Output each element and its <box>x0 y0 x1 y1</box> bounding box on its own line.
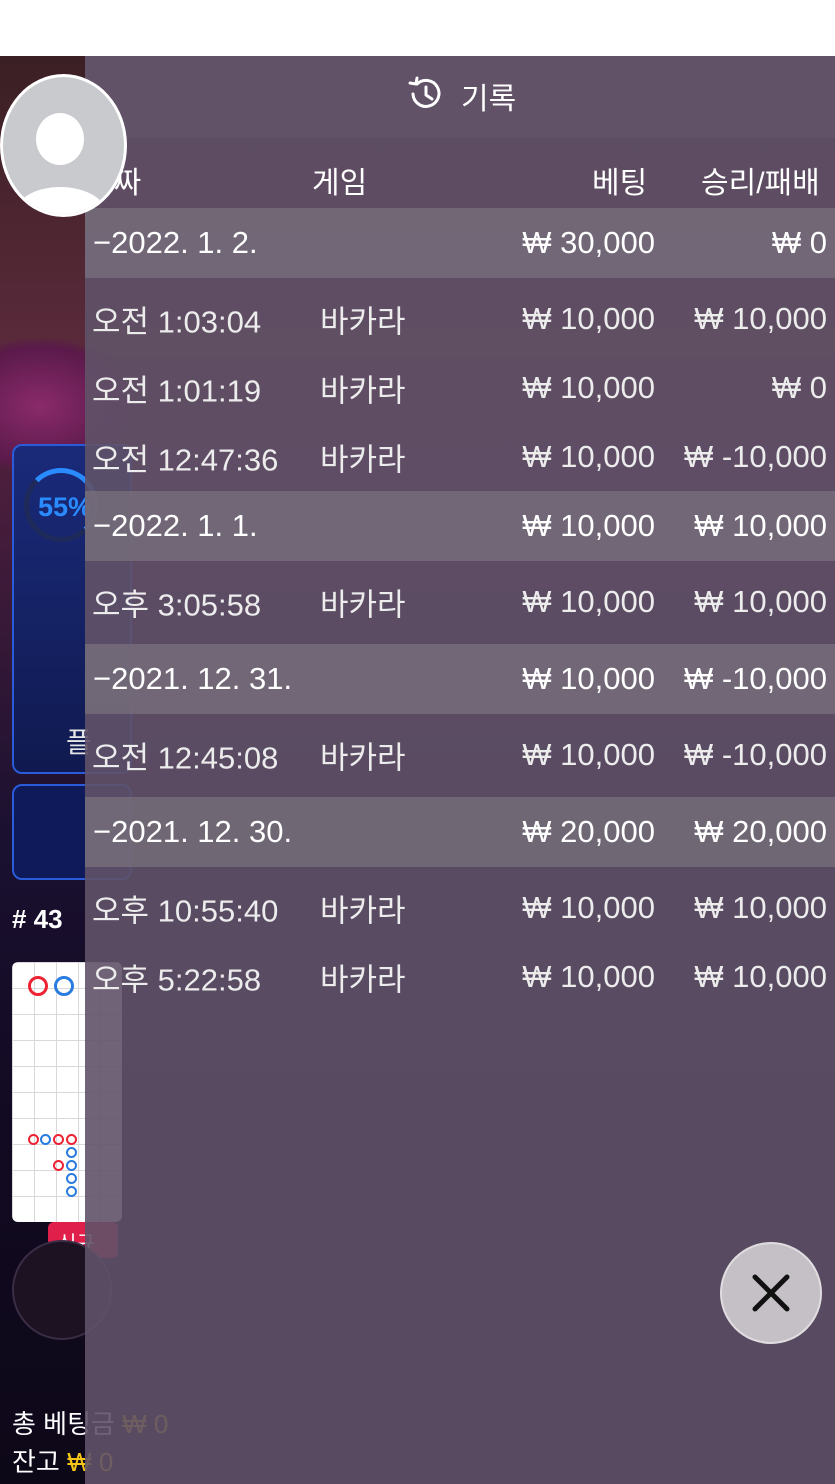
column-result: 승리/패배 <box>701 167 820 200</box>
road-dot <box>66 1186 77 1197</box>
row-bet: ₩ 10,000 <box>522 958 655 994</box>
row-time: 오전 12:47:36 <box>92 442 279 477</box>
date-group-row[interactable]: −2021. 12. 30. ₩ 20,000 ₩ 20,000 <box>85 797 835 867</box>
row-bet: ₩ 10,000 <box>522 736 655 772</box>
date-group-row[interactable]: −2022. 1. 2. ₩ 30,000 ₩ 0 <box>85 208 835 278</box>
group-bet: ₩ 20,000 <box>522 814 655 849</box>
close-icon <box>752 1274 790 1312</box>
row-time: 오후 10:55:40 <box>92 893 279 928</box>
row-game: 바카라 <box>320 962 406 997</box>
road-dot <box>66 1160 77 1171</box>
history-row[interactable]: 오후 3:05:58 바카라 ₩ 10,000 ₩ 10,000 <box>85 567 835 636</box>
row-game: 바카라 <box>320 442 406 477</box>
group-date: −2022. 1. 2. <box>93 225 258 260</box>
road-dot <box>66 1147 77 1158</box>
history-row[interactable]: 오후 10:55:40 바카라 ₩ 10,000 ₩ 10,000 <box>85 873 835 942</box>
group-date: −2021. 12. 31. <box>93 661 293 696</box>
history-row[interactable]: 오후 5:22:58 바카라 ₩ 10,000 ₩ 10,000 <box>85 942 835 1011</box>
row-result: ₩ 10,000 <box>694 889 827 925</box>
close-button[interactable] <box>720 1242 822 1344</box>
row-time: 오전 1:03:04 <box>92 304 262 339</box>
row-result: ₩ 10,000 <box>694 583 827 619</box>
history-row[interactable]: 오전 1:03:04 바카라 ₩ 10,000 ₩ 10,000 <box>85 284 835 353</box>
row-time: 오전 1:01:19 <box>92 373 262 408</box>
row-game: 바카라 <box>320 740 406 775</box>
road-dot <box>53 1160 64 1171</box>
road-dot <box>40 1134 51 1145</box>
row-game: 바카라 <box>320 893 406 928</box>
group-result: ₩ 0 <box>771 225 827 260</box>
group-result: ₩ -10,000 <box>683 661 827 696</box>
row-time: 오후 3:05:58 <box>92 587 262 622</box>
row-bet: ₩ 10,000 <box>522 889 655 925</box>
history-panel: 기록 날짜 게임 베팅 승리/패배 −2022. 1. 2. ₩ 30,000 … <box>85 56 835 1484</box>
player-percent: 55% <box>38 492 93 522</box>
date-group-row[interactable]: −2022. 1. 1. ₩ 10,000 ₩ 10,000 <box>85 491 835 561</box>
history-list[interactable]: −2022. 1. 2. ₩ 30,000 ₩ 0 오전 1:03:04 바카라… <box>85 208 835 1011</box>
avatar[interactable] <box>0 74 127 217</box>
panel-title-text: 기록 <box>461 83 517 116</box>
history-icon <box>405 74 445 119</box>
row-bet: ₩ 10,000 <box>522 438 655 474</box>
user-silhouette-icon <box>13 113 109 214</box>
group-result: ₩ 10,000 <box>694 508 827 543</box>
row-bet: ₩ 10,000 <box>522 300 655 336</box>
date-group-row[interactable]: −2021. 12. 31. ₩ 10,000 ₩ -10,000 <box>85 644 835 714</box>
history-row[interactable]: 오전 1:01:19 바카라 ₩ 10,000 ₩ 0 <box>85 353 835 422</box>
row-bet: ₩ 10,000 <box>522 583 655 619</box>
panel-title: 기록 <box>405 76 516 116</box>
road-dot <box>66 1134 77 1145</box>
row-result: ₩ 10,000 <box>694 300 827 336</box>
row-game: 바카라 <box>320 304 406 339</box>
panel-header: 기록 <box>85 56 835 138</box>
row-bet: ₩ 10,000 <box>522 369 655 405</box>
history-row[interactable]: 오전 12:47:36 바카라 ₩ 10,000 ₩ -10,000 <box>85 422 835 491</box>
row-time: 오후 5:22:58 <box>92 962 262 997</box>
row-time: 오전 12:45:08 <box>92 740 279 775</box>
road-dot <box>53 1134 64 1145</box>
row-result: ₩ 0 <box>771 369 827 405</box>
round-number: # 43 <box>12 904 63 934</box>
group-date: −2021. 12. 30. <box>93 814 293 849</box>
group-result: ₩ 20,000 <box>694 814 827 849</box>
row-result: ₩ -10,000 <box>683 438 827 474</box>
group-bet: ₩ 10,000 <box>522 508 655 543</box>
road-mark <box>28 976 48 996</box>
road-mark <box>54 976 74 996</box>
balance-label: 잔고 <box>12 1447 60 1477</box>
column-bet: 베팅 <box>592 167 648 200</box>
history-row[interactable]: 오전 12:45:08 바카라 ₩ 10,000 ₩ -10,000 <box>85 720 835 789</box>
group-bet: ₩ 10,000 <box>522 661 655 696</box>
column-game: 게임 <box>312 167 368 200</box>
row-game: 바카라 <box>320 587 406 622</box>
group-date: −2022. 1. 1. <box>93 508 258 543</box>
road-dot <box>66 1173 77 1184</box>
road-dot <box>28 1134 39 1145</box>
status-bar <box>0 0 835 56</box>
row-result: ₩ -10,000 <box>683 736 827 772</box>
row-game: 바카라 <box>320 373 406 408</box>
row-result: ₩ 10,000 <box>694 958 827 994</box>
group-bet: ₩ 30,000 <box>522 225 655 260</box>
